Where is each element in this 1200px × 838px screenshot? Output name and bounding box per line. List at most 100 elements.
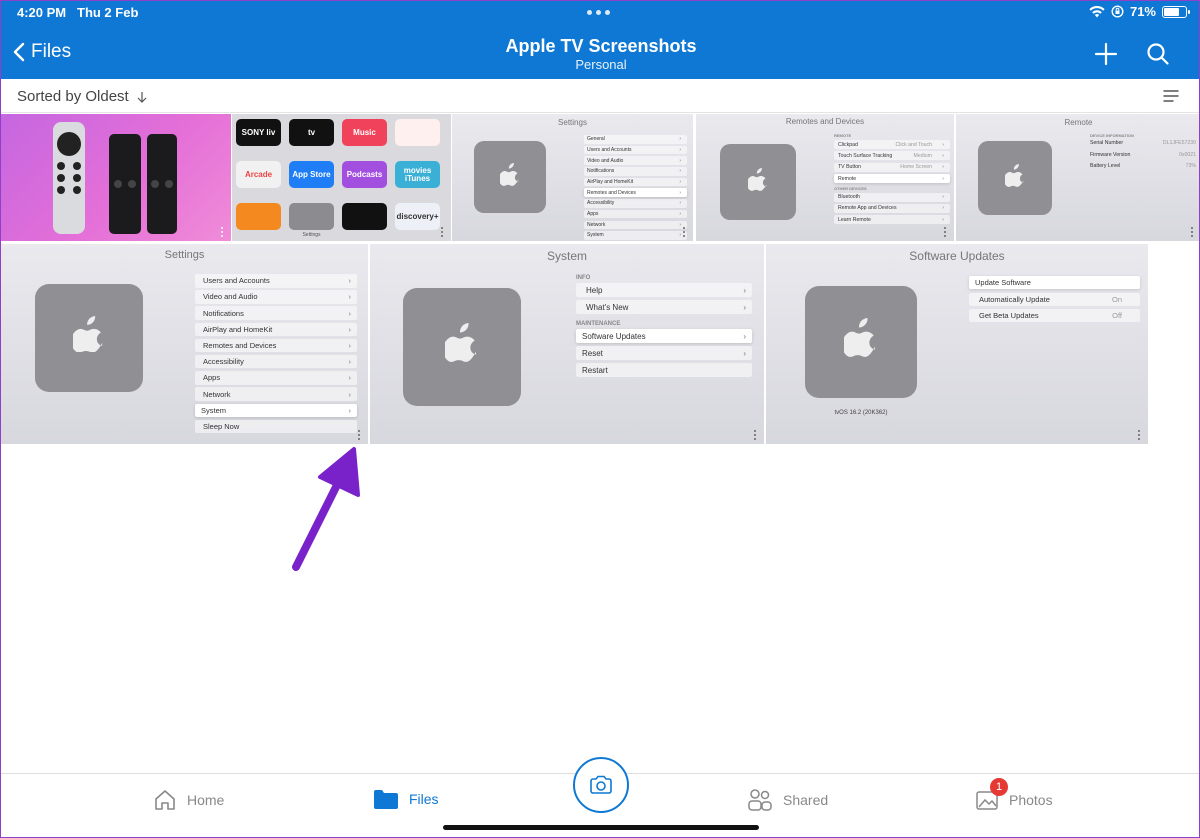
photo-thumbnail-settings[interactable]: Settings General › Users and Accounts › Vide…: [452, 114, 693, 241]
menu-item[interactable]: Learn Remote ›: [834, 215, 950, 225]
app-icon[interactable]: [395, 119, 440, 146]
photo-thumbnail-home-screen[interactable]: SONY liv tv Music Arcade App Store Podcasts mo…: [232, 114, 451, 241]
more-options-icon[interactable]: [358, 430, 362, 440]
menu-item[interactable]: What's New ›: [576, 300, 752, 314]
menu-item[interactable]: Clickpad Click and Touch ›: [834, 140, 950, 149]
menu-item[interactable]: Update Software: [969, 276, 1140, 289]
chevron-right-icon: ›: [348, 341, 352, 350]
screen-title: Remote: [1064, 118, 1093, 127]
chevron-right-icon: ›: [679, 179, 681, 185]
multitasking-dots[interactable]: [587, 10, 610, 15]
app-icon[interactable]: movies iTunes: [395, 161, 440, 188]
menu-item[interactable]: General ›: [584, 135, 687, 144]
home-icon: [155, 790, 175, 810]
menu-item[interactable]: Reset ›: [576, 346, 752, 360]
photo-thumbnail-software-updates[interactable]: Software Updates tvOS 16.2 (20K362) Upda…: [766, 244, 1148, 444]
more-options-icon[interactable]: [754, 430, 758, 440]
tab-photos[interactable]: Photos: [975, 788, 1053, 812]
menu-item-label: Network: [203, 389, 231, 399]
chevron-right-icon: ›: [679, 221, 681, 228]
menu-item-label: Software Updates: [582, 331, 646, 341]
list-view-icon[interactable]: [1163, 89, 1179, 103]
app-icon[interactable]: App Store: [289, 161, 334, 188]
home-indicator[interactable]: [443, 825, 759, 830]
app-icon[interactable]: Arcade: [236, 161, 281, 188]
orientation-lock-icon: [1111, 5, 1124, 18]
more-options-icon[interactable]: [683, 227, 687, 237]
menu-item[interactable]: Network ›: [195, 387, 357, 401]
search-icon[interactable]: [1145, 41, 1171, 67]
menu-item[interactable]: AirPlay and HomeKit ›: [195, 322, 357, 337]
menu-item[interactable]: Remote App and Devices ›: [834, 203, 950, 213]
more-options-icon[interactable]: [221, 227, 225, 237]
menu-item[interactable]: Bluetooth ›: [834, 192, 950, 202]
camera-button[interactable]: [573, 757, 629, 813]
app-icon[interactable]: SONY liv: [236, 119, 281, 146]
photo-thumbnail-settings-system[interactable]: Settings Users and Accounts › Video and Au…: [1, 244, 368, 444]
menu-item[interactable]: System ›: [195, 403, 357, 417]
more-options-icon[interactable]: [1138, 430, 1142, 440]
photos-badge: 1: [990, 778, 1008, 796]
app-icon[interactable]: Music: [342, 119, 387, 146]
sort-button[interactable]: Sorted by Oldest: [17, 88, 147, 105]
app-icon[interactable]: [342, 203, 387, 230]
menu-item[interactable]: Users and Accounts ›: [195, 274, 357, 288]
app-icon[interactable]: Settings: [289, 203, 334, 238]
screen-title: Remotes and Devices: [785, 117, 865, 126]
menu-item[interactable]: Sleep Now: [195, 419, 357, 434]
photo-thumbnail-remotes-and-devices[interactable]: Remotes and Devices REMOTE Clickpad Click …: [696, 114, 954, 241]
menu-item[interactable]: Remotes and Devices ›: [195, 338, 357, 353]
app-icon[interactable]: tv: [289, 119, 334, 146]
menu-item[interactable]: Get Beta Updates Off: [969, 309, 1140, 322]
menu-item[interactable]: Accessibility ›: [584, 199, 687, 208]
photo-thumbnail-remote-info[interactable]: Remote DEVICE INFORMATION Serial Number DL…: [956, 114, 1199, 241]
remote-image: [53, 122, 177, 234]
chevron-right-icon: ›: [679, 200, 681, 207]
menu-item[interactable]: Automatically Update On: [969, 292, 1140, 306]
menu-item[interactable]: Software Updates ›: [576, 329, 752, 343]
tab-files[interactable]: Files: [373, 788, 439, 810]
tab-home[interactable]: Home: [153, 788, 224, 812]
app-icon[interactable]: Podcasts: [342, 161, 387, 188]
menu-item[interactable]: Help ›: [576, 283, 752, 297]
more-options-icon[interactable]: [944, 227, 948, 237]
menu-item-label: Remotes and Devices: [203, 341, 277, 350]
menu-item[interactable]: Network ›: [584, 220, 687, 229]
menu-item[interactable]: Apps ›: [584, 209, 687, 219]
wifi-icon: [1089, 5, 1105, 17]
os-version: tvOS 16.2 (20K362): [834, 410, 888, 416]
menu-item[interactable]: Users and Accounts ›: [584, 145, 687, 155]
app-icon-label: discovery+: [396, 211, 439, 221]
more-options-icon[interactable]: [441, 227, 445, 237]
menu-item-label: Update Software: [975, 278, 1031, 287]
menu-item-label: Help: [586, 285, 603, 295]
menu-item-label: Notifications: [587, 168, 615, 175]
menu-item[interactable]: System ›: [584, 231, 687, 240]
menu-item[interactable]: Remote ›: [834, 174, 950, 184]
section-header: DEVICE INFORMATION: [1090, 133, 1134, 138]
menu-item[interactable]: Notifications ›: [584, 167, 687, 176]
app-icon[interactable]: discovery+: [395, 203, 440, 230]
apple-tv-logo: [720, 144, 796, 220]
menu-item[interactable]: Touch Surface Tracking Medium ›: [834, 151, 950, 161]
apple-tv-logo: [978, 141, 1052, 215]
menu-item[interactable]: Video and Audio ›: [584, 156, 687, 165]
add-icon[interactable]: [1093, 41, 1119, 67]
menu-item[interactable]: Apps ›: [195, 371, 357, 385]
apple-tv-logo: [474, 141, 546, 213]
chevron-right-icon: ›: [679, 211, 681, 218]
app-icon[interactable]: [236, 203, 281, 230]
more-options-icon[interactable]: [1191, 227, 1195, 237]
menu-item[interactable]: Notifications ›: [195, 306, 357, 320]
menu-item[interactable]: Video and Audio ›: [195, 290, 357, 304]
photo-thumbnail-remotes[interactable]: [1, 114, 231, 241]
photo-thumbnail-system[interactable]: System INFO Help › What's New › MAINTENANCE So…: [370, 244, 764, 444]
menu-item[interactable]: Remotes and Devices ›: [584, 188, 687, 197]
menu-item[interactable]: TV Button Home Screen ›: [834, 162, 950, 172]
tab-shared[interactable]: Shared: [747, 788, 828, 812]
menu-item[interactable]: AirPlay and HomeKit ›: [584, 177, 687, 187]
menu-item[interactable]: Accessibility ›: [195, 354, 357, 369]
menu-item[interactable]: Restart: [576, 363, 752, 377]
app-grid: SONY liv tv Music Arcade App Store Podcasts mo…: [236, 119, 448, 238]
apple-logo-icon: [70, 315, 105, 361]
